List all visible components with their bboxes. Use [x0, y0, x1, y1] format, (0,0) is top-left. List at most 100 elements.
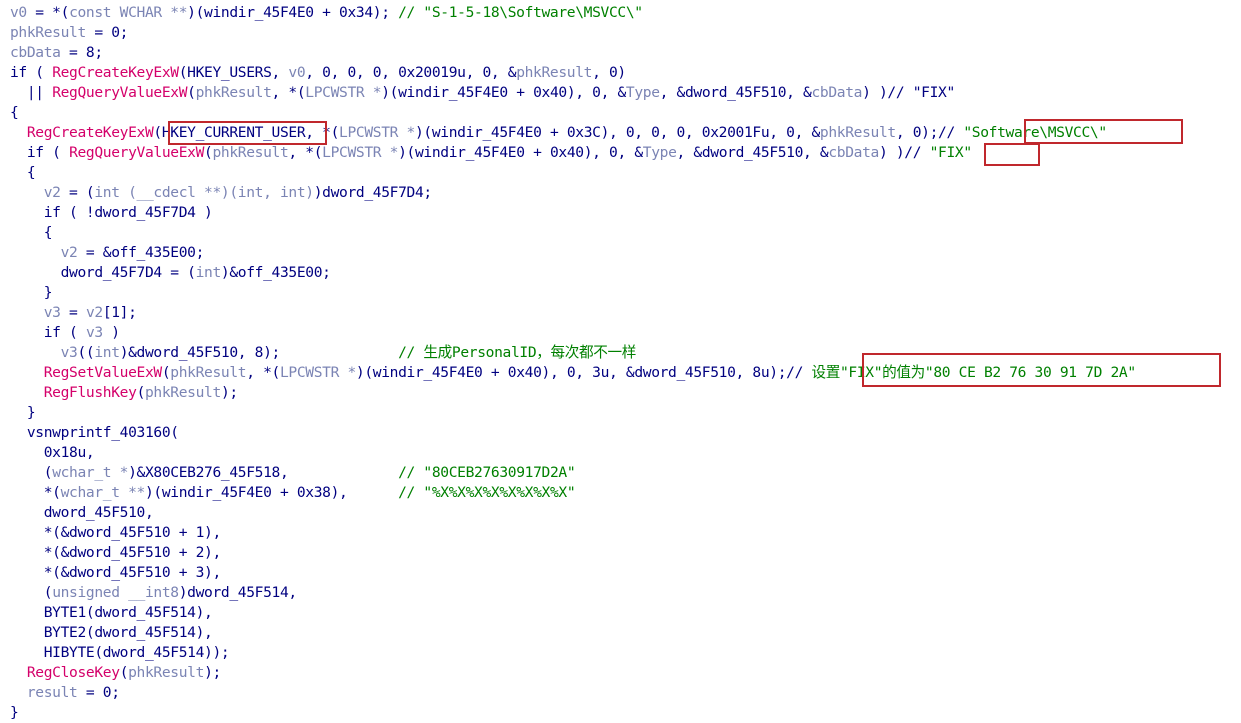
code-text: )(windir_45F4E0 + 0x40), 0, 3u, &dword_4…: [355, 364, 812, 381]
code-line: {: [10, 163, 36, 183]
code-text: , 0, 0, 0, 0x20019u, 0, &: [305, 64, 517, 81]
code-comment: // "80CEB27630917D2A": [398, 464, 576, 481]
code-text: , &dword_45F510, &: [676, 144, 829, 161]
code-text: )&dword_45F510, 8);: [119, 344, 399, 361]
code-identifier: v3: [60, 344, 78, 361]
code-text: , *(: [271, 84, 306, 101]
code-text: ): [102, 324, 120, 341]
code-identifier: cbData: [811, 84, 863, 101]
code-text: {: [10, 104, 19, 121]
code-text: if (: [10, 64, 53, 81]
code-line: v3 = v2[1];: [10, 303, 137, 323]
code-line: 0x18u,: [10, 443, 95, 463]
code-text: , &dword_45F510, &: [659, 84, 812, 101]
code-identifier: v2: [60, 244, 78, 261]
code-text: *(&dword_45F510 + 3),: [10, 564, 222, 581]
code-text: )(windir_45F4E0 + 0x38),: [145, 484, 399, 501]
code-text: , 0);//: [895, 124, 964, 141]
code-text: {: [10, 164, 36, 181]
code-line: v3((int)&dword_45F510, 8); // 生成Personal…: [10, 343, 637, 363]
code-text: dword_45F7D4 = (: [10, 264, 196, 281]
code-identifier: int: [195, 264, 222, 281]
code-line: dword_45F510,: [10, 503, 154, 523]
code-function: RegCloseKey: [26, 664, 120, 681]
code-text: *(&dword_45F510 + 1),: [10, 524, 222, 541]
code-text: );: [204, 664, 221, 681]
code-text: )dword_45F514,: [178, 584, 297, 601]
code-text: ((: [77, 344, 95, 361]
code-function: RegQueryValueExW: [69, 144, 205, 161]
code-text: ||: [10, 84, 53, 101]
code-identifier: unsigned __int8: [52, 584, 179, 601]
code-text: )dword_45F7D4;: [313, 184, 432, 201]
code-text: )(windir_45F4E0 + 0x40), 0, &: [381, 84, 626, 101]
code-text: )&off_435E00;: [220, 264, 331, 281]
code-line: phkResult = 0;: [10, 23, 128, 43]
code-text: , *(: [288, 144, 323, 161]
code-line: HIBYTE(dword_45F514));: [10, 643, 230, 663]
code-line: {: [10, 223, 53, 243]
code-text: {: [10, 224, 53, 241]
code-line: if ( !dword_45F7D4 ): [10, 203, 213, 223]
code-text: = &off_435E00;: [77, 244, 205, 261]
code-line: (unsigned __int8)dword_45F514,: [10, 583, 297, 603]
code-text: [1];: [102, 304, 137, 321]
code-comment: // "%X%X%X%X%X%X%X%X": [398, 484, 576, 501]
code-text: if (: [10, 324, 86, 341]
code-text: (HKEY_CURRENT_USER, *(: [153, 124, 340, 141]
code-text: (: [187, 84, 196, 101]
code-identifier: phkResult: [170, 364, 247, 381]
code-line: BYTE1(dword_45F514),: [10, 603, 213, 623]
code-text: }: [10, 704, 19, 721]
code-text: = 8;: [60, 44, 103, 61]
code-text: =: [60, 304, 86, 321]
code-identifier: phkResult: [128, 664, 205, 681]
code-text: = *(: [26, 4, 70, 21]
code-text: (HKEY_USERS,: [178, 64, 289, 81]
code-identifier: Type: [642, 144, 677, 161]
code-text: , 0): [592, 64, 626, 81]
code-line: v0 = *(const WCHAR **)(windir_45F4E0 + 0…: [10, 3, 643, 23]
code-line: *(&dword_45F510 + 2),: [10, 543, 222, 563]
code-text: );: [220, 384, 238, 401]
code-line: *(&dword_45F510 + 1),: [10, 523, 222, 543]
code-comment: // "S-1-5-18\Software\MSVCC\": [398, 4, 643, 21]
code-identifier: phkResult: [819, 124, 896, 141]
code-text: HIBYTE(dword_45F514));: [10, 644, 230, 661]
code-view[interactable]: v0 = *(const WCHAR **)(windir_45F4E0 + 0…: [0, 0, 1241, 721]
code-identifier: phkResult: [516, 64, 593, 81]
code-identifier: v3: [43, 304, 61, 321]
code-text: (: [136, 384, 146, 401]
code-line: vsnwprintf_403160(: [10, 423, 179, 443]
code-text: (: [10, 464, 53, 481]
code-text: , *(: [246, 364, 280, 381]
code-line: *(&dword_45F510 + 3),: [10, 563, 222, 583]
code-line: dword_45F7D4 = (int)&off_435E00;: [10, 263, 331, 283]
code-text: )(windir_45F4E0 + 0x40), 0, &: [398, 144, 643, 161]
code-text: ) )//: [879, 144, 930, 161]
code-line: RegCreateKeyExW(HKEY_CURRENT_USER, *(LPC…: [10, 123, 1107, 143]
code-identifier: LPCWSTR *: [339, 124, 415, 141]
code-line: RegCloseKey(phkResult);: [10, 663, 221, 683]
code-line: RegSetValueExW(phkResult, *(LPCWSTR *)(w…: [10, 363, 1136, 383]
code-identifier: LPCWSTR *: [305, 84, 382, 101]
code-identifier: cbData: [828, 144, 879, 161]
code-function: RegCreateKeyExW: [26, 124, 154, 141]
code-line: }: [10, 283, 53, 303]
code-identifier: Type: [625, 84, 660, 101]
code-comment: // 生成PersonalID，每次都不一样: [398, 344, 636, 361]
code-identifier: cbData: [10, 44, 61, 61]
code-identifier: LPCWSTR *: [322, 144, 399, 161]
code-text: 0x18u,: [10, 444, 95, 461]
code-line: }: [10, 403, 36, 423]
code-identifier: int (__cdecl **)(int, int): [94, 184, 314, 201]
code-text: )&X80CEB276_45F518,: [128, 464, 399, 481]
code-identifier: LPCWSTR *: [279, 364, 356, 381]
code-text: }: [10, 404, 36, 421]
code-line: cbData = 8;: [10, 43, 103, 63]
code-text: )(windir_45F4E0 + 0x34);: [187, 4, 399, 21]
